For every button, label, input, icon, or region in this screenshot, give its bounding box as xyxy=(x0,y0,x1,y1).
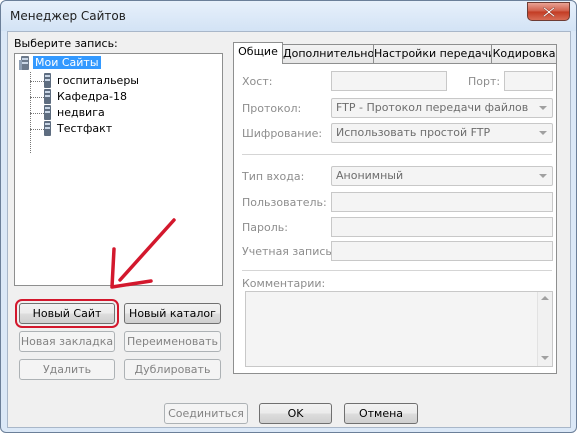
tree-root[interactable]: Мои Сайты xyxy=(33,55,101,71)
password-input[interactable] xyxy=(331,217,553,237)
tab-transfer-settings[interactable]: Настройки передачи xyxy=(373,44,495,63)
title-bar: Менеджер Сайтов xyxy=(1,1,576,31)
general-panel: Хост: Порт: Протокол: FTP - Протокол пер… xyxy=(233,63,557,374)
encryption-select[interactable]: Использовать простой FTP xyxy=(331,123,553,143)
close-icon xyxy=(543,7,555,17)
connect-button[interactable]: Соединиться xyxy=(164,403,248,424)
logon-type-label: Тип входа: xyxy=(242,170,305,183)
account-input[interactable] xyxy=(331,241,553,261)
protocol-value: FTP - Протокол передачи файлов xyxy=(336,101,529,114)
rename-button[interactable]: Переименовать xyxy=(124,331,221,352)
scroll-down-icon[interactable] xyxy=(541,356,549,360)
cancel-button[interactable]: Отмена xyxy=(344,403,418,424)
tree-root-label: Мои Сайты xyxy=(33,56,101,69)
scroll-up-icon[interactable] xyxy=(541,296,549,300)
chevron-down-icon xyxy=(539,131,547,135)
ok-button[interactable]: OK xyxy=(259,403,332,424)
host-input[interactable] xyxy=(331,71,447,91)
user-label: Пользователь: xyxy=(242,196,327,209)
server-icon xyxy=(44,89,51,104)
delete-button[interactable]: Удалить xyxy=(19,359,115,380)
dialog-body: Выберите запись: Мои Сайты госпитальеры … xyxy=(7,31,571,428)
comments-label: Комментарии: xyxy=(242,277,326,290)
tree-item-label: Кафедра-18 xyxy=(57,90,128,103)
server-icon xyxy=(44,105,51,120)
new-bookmark-button[interactable]: Новая закладка xyxy=(19,331,115,352)
close-button[interactable] xyxy=(527,2,570,21)
chevron-down-icon xyxy=(539,106,547,110)
server-group-icon xyxy=(19,56,29,70)
encryption-label: Шифрование: xyxy=(242,127,323,140)
tree-item-label: госпитальеры xyxy=(57,74,139,87)
comments-textarea[interactable] xyxy=(245,291,553,367)
new-folder-button[interactable]: Новый каталог xyxy=(124,303,221,324)
separator xyxy=(242,154,552,155)
server-icon xyxy=(44,121,51,136)
new-site-button[interactable]: Новый Сайт xyxy=(15,299,119,328)
tab-charset[interactable]: Кодировка xyxy=(491,44,557,63)
window-title: Менеджер Сайтов xyxy=(10,9,126,23)
logon-type-select[interactable]: Анонимный xyxy=(331,166,553,186)
tab-general[interactable]: Общие xyxy=(233,42,283,64)
account-label: Учетная запись: xyxy=(242,245,336,258)
select-entry-label: Выберите запись: xyxy=(14,37,118,50)
duplicate-button[interactable]: Дублировать xyxy=(124,359,221,380)
tree-item[interactable]: недвига xyxy=(55,105,107,121)
password-label: Пароль: xyxy=(242,221,288,234)
comments-scrollbar[interactable] xyxy=(537,292,552,366)
protocol-select[interactable]: FTP - Протокол передачи файлов xyxy=(331,98,553,118)
host-label: Хост: xyxy=(242,75,273,88)
logon-type-value: Анонимный xyxy=(336,169,404,182)
port-label: Порт: xyxy=(468,75,501,88)
site-manager-window: Менеджер Сайтов Выберите запись: Мои Сай… xyxy=(0,0,577,433)
separator xyxy=(242,270,552,271)
tree-item[interactable]: госпитальеры xyxy=(55,73,141,89)
tab-advanced[interactable]: Дополнительно xyxy=(282,44,374,63)
protocol-label: Протокол: xyxy=(242,102,302,115)
tree-item[interactable]: Тестфакт xyxy=(55,121,114,137)
site-tree[interactable]: Мои Сайты госпитальеры Кафедра-18 недвиг… xyxy=(14,53,223,286)
encryption-value: Использовать простой FTP xyxy=(336,126,491,139)
port-input[interactable] xyxy=(504,71,553,91)
tree-item[interactable]: Кафедра-18 xyxy=(55,89,129,105)
server-icon xyxy=(44,73,51,88)
user-input[interactable] xyxy=(331,192,553,212)
tree-item-label: недвига xyxy=(57,106,105,119)
chevron-down-icon xyxy=(539,174,547,178)
tree-item-label: Тестфакт xyxy=(57,122,113,135)
